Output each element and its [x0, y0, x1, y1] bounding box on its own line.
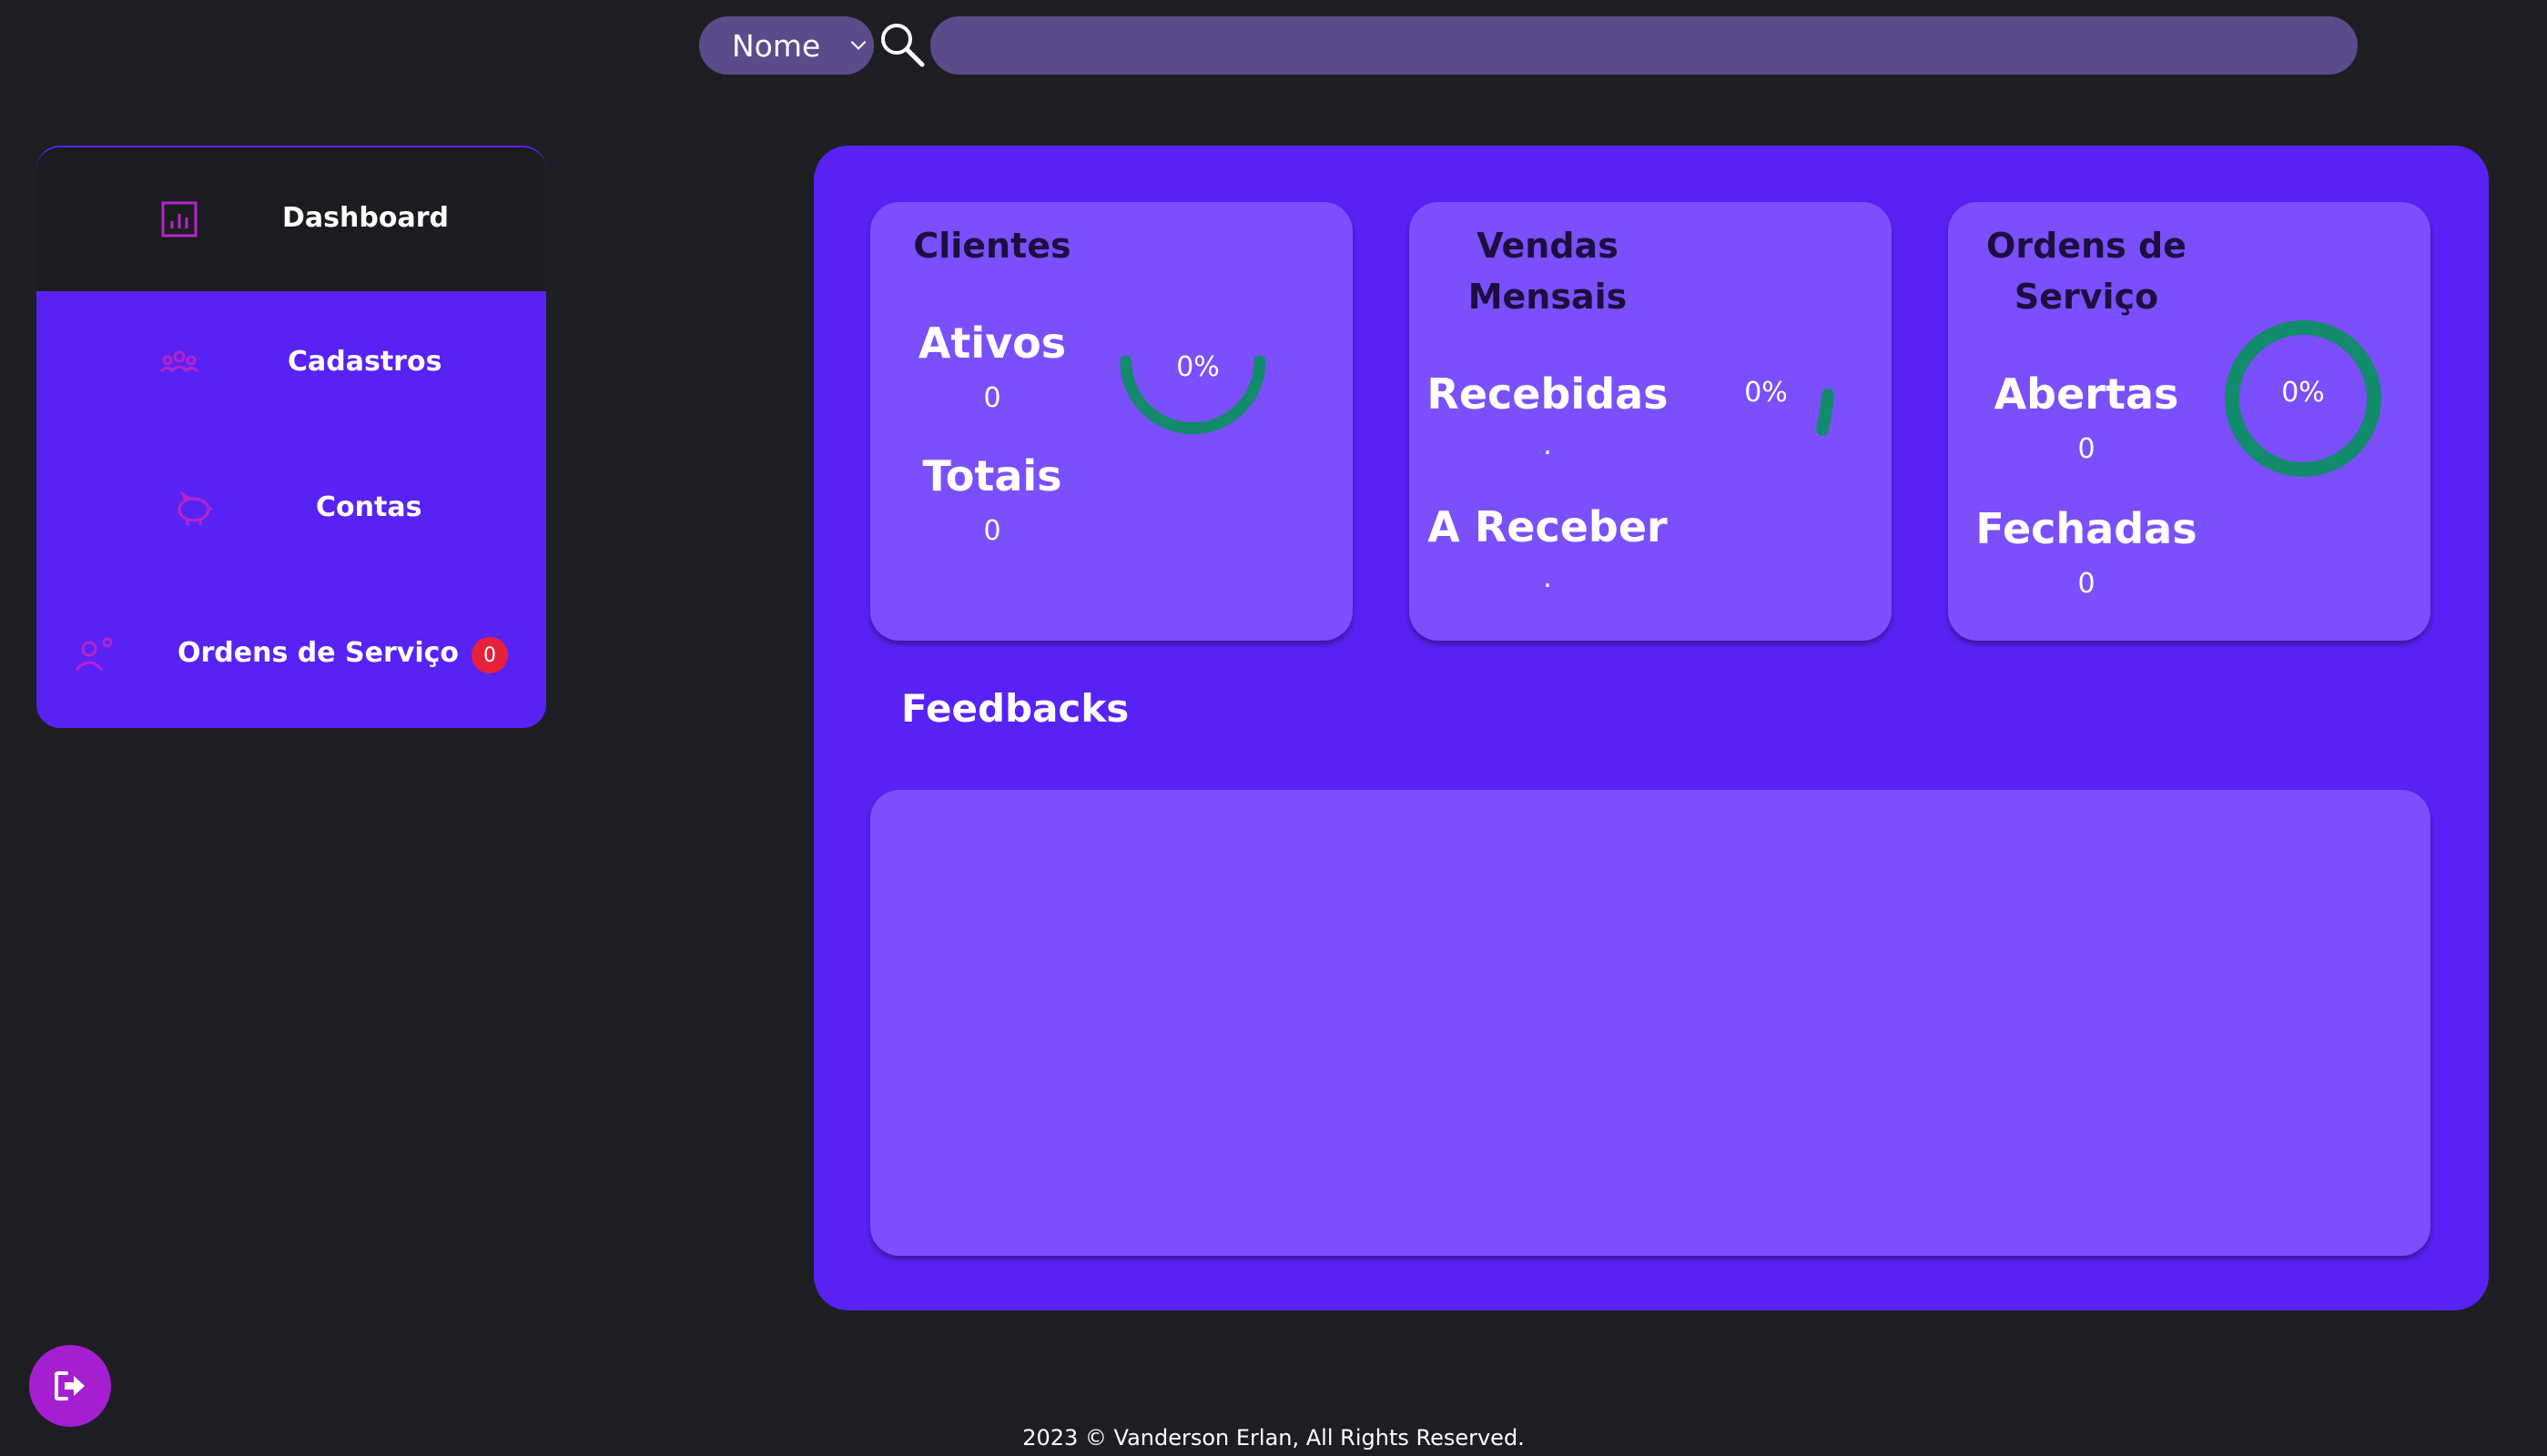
areceber-label: A Receber	[1427, 502, 1668, 551]
vendas-percent: 0%	[1744, 377, 1788, 409]
filter-select-value: Nome	[732, 27, 821, 64]
card-title-line2: Serviço	[2014, 277, 2159, 317]
users-icon	[159, 350, 199, 373]
ordens-card: Ordens de Serviço Abertas 0 Fechadas 0 0…	[1948, 202, 2430, 641]
dashboard-panel: Clientes Ativos 0 Totais 0 0% Vendas Men…	[814, 146, 2489, 1310]
filter-select[interactable]: Nome	[699, 16, 874, 75]
piggy-bank-icon	[178, 490, 212, 525]
abertas-value: 0	[2077, 433, 2095, 465]
logout-icon	[55, 1371, 85, 1400]
sidebar-item-contas[interactable]: Contas	[36, 437, 546, 582]
sidebar-item-ordens[interactable]: Ordens de Serviço 0	[36, 582, 546, 728]
totais-value: 0	[983, 515, 1001, 547]
sidebar-item-cadastros[interactable]: Cadastros	[36, 291, 546, 437]
sidebar-item-label: Cadastros	[288, 346, 442, 378]
notification-badge: 0	[472, 637, 508, 673]
card-title-line2: Mensais	[1467, 277, 1628, 317]
chevron-down-icon	[850, 40, 867, 50]
sidebar-item-dashboard[interactable]: Dashboard	[36, 146, 546, 291]
feedbacks-panel	[870, 790, 2430, 1256]
app-root: Nome Dashboard Cadastros Contas Ordens d…	[0, 0, 2547, 1456]
ativos-value: 0	[983, 382, 1001, 414]
clientes-card: Clientes Ativos 0 Totais 0 0%	[870, 202, 1353, 641]
clientes-percent: 0%	[1176, 351, 1220, 383]
user-service-icon	[75, 637, 113, 672]
totais-label: Totais	[922, 451, 1062, 500]
fechadas-label: Fechadas	[1975, 504, 2197, 553]
search-icon[interactable]	[878, 20, 927, 69]
card-title-line1: Vendas	[1476, 226, 1619, 266]
sidebar-item-label: Dashboard	[282, 202, 449, 234]
search-input[interactable]	[930, 16, 2358, 75]
abertas-label: Abertas	[1994, 369, 2179, 419]
chart-icon	[161, 201, 198, 238]
ordens-percent: 0%	[2281, 377, 2325, 409]
sidebar-item-label: Ordens de Serviço	[178, 637, 460, 669]
recebidas-label: Recebidas	[1426, 369, 1669, 419]
ativos-label: Ativos	[918, 318, 1067, 368]
card-title-line1: Ordens de	[1986, 226, 2187, 266]
fechadas-value: 0	[2077, 568, 2095, 600]
feedbacks-title: Feedbacks	[901, 686, 1130, 731]
areceber-value: .	[1543, 562, 1552, 594]
logout-button[interactable]	[29, 1345, 111, 1427]
sidebar-item-label: Contas	[316, 491, 422, 523]
vendas-card: Vendas Mensais Recebidas . A Receber . 0…	[1409, 202, 1892, 641]
sidebar: Dashboard Cadastros Contas Ordens de Ser…	[36, 146, 546, 728]
footer-copyright: 2023 © Vanderson Erlan, All Rights Reser…	[1022, 1425, 1525, 1451]
recebidas-value: .	[1543, 430, 1552, 461]
card-title: Clientes	[913, 226, 1071, 266]
